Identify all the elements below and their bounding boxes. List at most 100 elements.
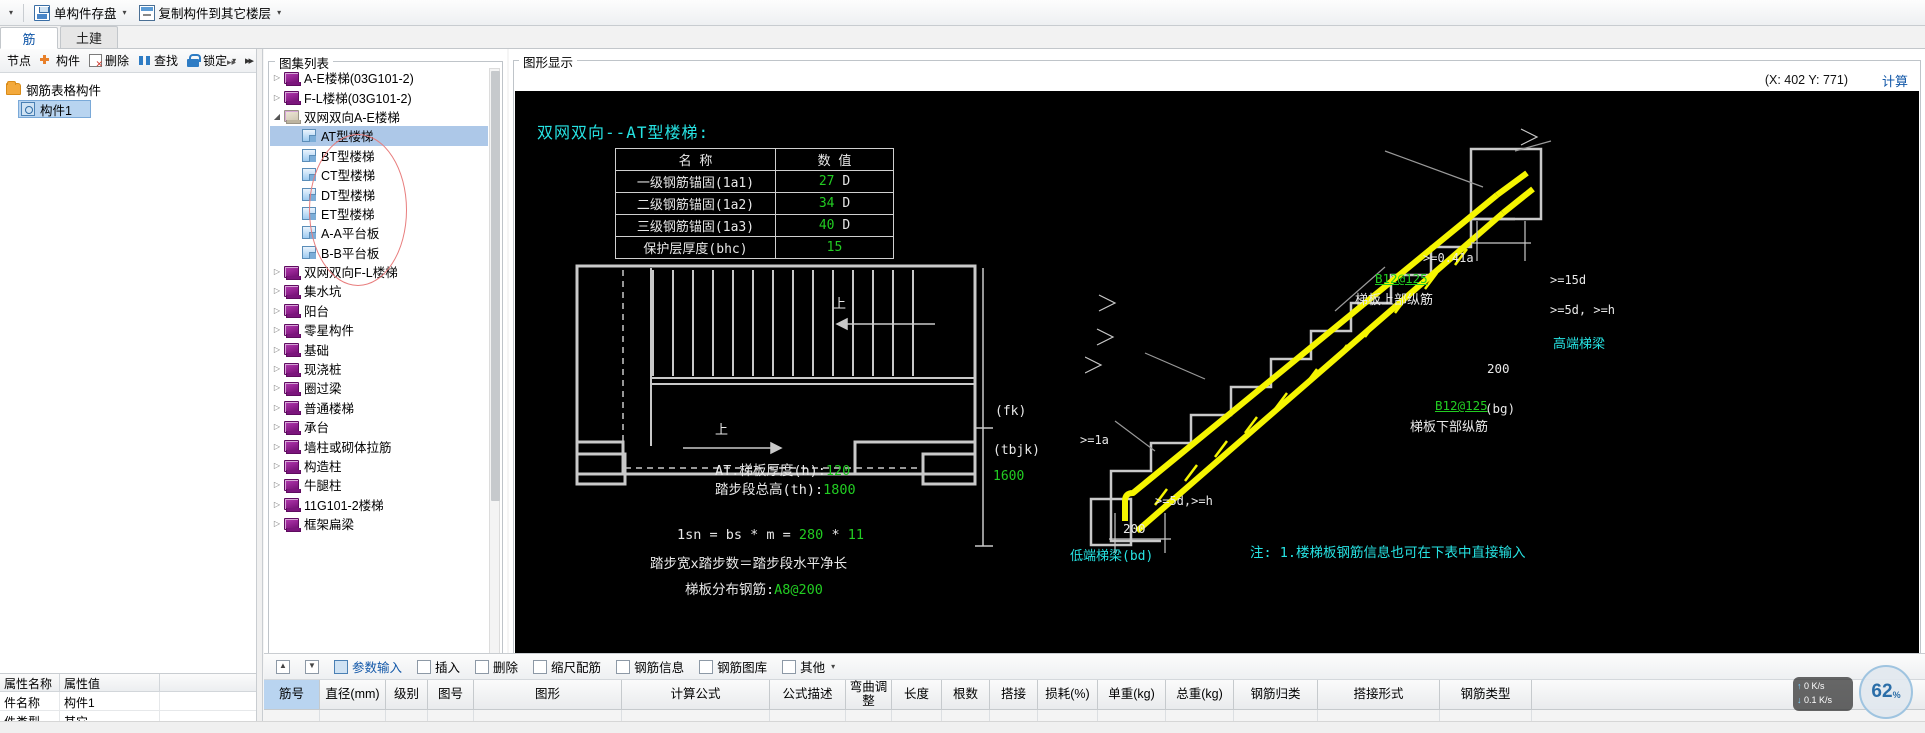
atlas-item-17[interactable]: ▷ 普通楼梯	[270, 398, 488, 417]
bottom-toolbar-button-0[interactable]	[270, 658, 296, 676]
copy-component-label: 复制构件到其它楼层	[158, 7, 272, 21]
atlas-item-14[interactable]: ▷ 基础	[270, 339, 488, 358]
atlas-item-23[interactable]: ▷ 框架扁梁	[270, 514, 488, 533]
grid-header-11[interactable]: 损耗(%)	[1038, 680, 1098, 709]
grid-header-9[interactable]: 根数	[942, 680, 990, 709]
chevron-right-icon[interactable]: ▷	[270, 73, 284, 82]
atlas-scrollbar[interactable]	[489, 68, 500, 726]
zoom-level-indicator[interactable]: 62%	[1859, 665, 1913, 719]
tree-item-component-1[interactable]: 构件1	[4, 99, 256, 119]
grid-header-4[interactable]: 图形	[474, 680, 622, 709]
grid-header-14[interactable]: 钢筋归类	[1234, 680, 1318, 709]
atlas-item-22[interactable]: ▷ 11G101-2楼梯	[270, 495, 488, 514]
delete-component-button[interactable]: 删除	[85, 50, 133, 71]
atlas-item-5[interactable]: CT型楼梯	[270, 165, 488, 184]
atlas-item-10[interactable]: ▷ 双网双向F-L楼梯	[270, 262, 488, 281]
atlas-item-3[interactable]: AT型楼梯	[270, 126, 488, 146]
chevron-right-icon[interactable]: ▷	[270, 500, 284, 509]
chevron-right-icon[interactable]: ▷	[270, 383, 284, 392]
atlas-item-21[interactable]: ▷ 牛腿柱	[270, 475, 488, 494]
selected-component[interactable]: 构件1	[18, 100, 91, 118]
atlas-item-20[interactable]: ▷ 构造柱	[270, 456, 488, 475]
node-button[interactable]: 节点	[3, 50, 35, 71]
bottom-toolbar-button-8[interactable]: 其他 ▾	[776, 655, 841, 678]
chevron-right-icon[interactable]: ▷	[270, 93, 284, 102]
bottom-toolbar-button-2[interactable]: 参数输入	[328, 655, 408, 678]
grid-header-3[interactable]: 图号	[428, 680, 474, 709]
bottom-toolbar-button-1[interactable]	[299, 658, 325, 676]
bottom-toolbar-button-3[interactable]: 插入	[411, 655, 466, 678]
tab-civil[interactable]: 土建	[60, 26, 118, 48]
atlas-item-9[interactable]: B-B平台板	[270, 243, 488, 262]
book-icon	[284, 517, 301, 532]
atlas-item-4[interactable]: BT型楼梯	[270, 146, 488, 165]
chevron-right-icon[interactable]: ▷	[270, 364, 284, 373]
grid-header-15[interactable]: 搭接形式	[1318, 680, 1440, 709]
chevron-right-icon[interactable]: ▷	[270, 306, 284, 315]
rebar-lib-icon	[699, 659, 714, 674]
grid-header-0[interactable]: 筋号	[264, 680, 320, 709]
chevron-down-icon[interactable]: ▾	[831, 662, 835, 671]
bottom-toolbar-button-5[interactable]: 缩尺配筋	[527, 655, 607, 678]
atlas-item-1[interactable]: ▷ F-L楼梯(03G101-2)	[270, 87, 488, 106]
atlas-scrollbar-thumb[interactable]	[491, 71, 500, 501]
chevron-right-icon[interactable]: ▷	[270, 345, 284, 354]
grid-header-6[interactable]: 公式描述	[770, 680, 846, 709]
atlas-item-6[interactable]: DT型楼梯	[270, 184, 488, 203]
atlas-item-11[interactable]: ▷ 集水坑	[270, 281, 488, 300]
chevron-right-icon[interactable]: ▷	[270, 519, 284, 528]
add-component-button[interactable]: 构件	[36, 50, 84, 71]
tbjk-label: (tbjk)	[993, 443, 1040, 458]
atlas-item-18[interactable]: ▷ 承台	[270, 417, 488, 436]
horizontal-scrollbar[interactable]	[0, 721, 1925, 733]
atlas-item-7[interactable]: ET型楼梯	[270, 204, 488, 223]
atlas-item-12[interactable]: ▷ 阳台	[270, 301, 488, 320]
toolbar-leading-dropdown[interactable]: ▾	[2, 2, 18, 24]
drawing-note: 注: 1.楼梯板钢筋信息也可在下表中直接输入	[1250, 545, 1526, 561]
chevron-right-icon[interactable]: ▷	[270, 403, 284, 412]
page-icon	[302, 245, 316, 259]
tree-root-rebar-table-components[interactable]: 钢筋表格构件	[4, 79, 256, 99]
atlas-item-8[interactable]: A-A平台板	[270, 223, 488, 242]
cad-canvas[interactable]: 双网双向--AT型楼梯: 名 称 数 值 一级钢筋锚固(1a1) 27 D 二级	[515, 91, 1919, 727]
grid-header-1[interactable]: 直径(mm)	[320, 680, 386, 709]
chevron-right-icon[interactable]: ▷	[270, 286, 284, 295]
grid-header-5[interactable]: 计算公式	[622, 680, 770, 709]
chevron-right-icon[interactable]: ▷	[270, 325, 284, 334]
find-button[interactable]: 查找	[134, 50, 182, 71]
grid-header-13[interactable]: 总重(kg)	[1166, 680, 1234, 709]
copy-component-to-floor-button[interactable]: 复制构件到其它楼层 ▾	[134, 2, 287, 24]
property-row-name[interactable]: 件名称 构件1	[0, 692, 256, 711]
atlas-item-2[interactable]: ◢ 双网双向A-E楼梯	[270, 107, 488, 126]
bottom-toolbar-button-4[interactable]: 删除	[469, 655, 524, 678]
atlas-item-0[interactable]: ▷ A-E楼梯(03G101-2)	[270, 68, 488, 87]
chevron-down-icon[interactable]: ◢	[270, 112, 284, 121]
bottom-toolbar-button-7[interactable]: 钢筋图库	[693, 655, 773, 678]
chevron-right-icon[interactable]: ▷	[270, 480, 284, 489]
panel-splitter[interactable]	[227, 49, 263, 733]
calculate-button[interactable]: 计算	[1874, 69, 1916, 91]
grid-header-7[interactable]: 弯曲调整	[846, 680, 892, 709]
grid-header-10[interactable]: 搭接	[990, 680, 1038, 709]
atlas-item-15[interactable]: ▷ 现浇桩	[270, 359, 488, 378]
toolbar-overflow-button[interactable]: ▸▸	[245, 54, 254, 67]
chevron-down-icon[interactable]: ▾	[277, 8, 281, 17]
chevron-down-icon[interactable]: ▾	[123, 8, 127, 17]
property-value-0[interactable]: 构件1	[60, 692, 160, 710]
bottom-toolbar-button-6[interactable]: 钢筋信息	[610, 655, 690, 678]
book-icon	[284, 304, 301, 319]
save-single-component-button[interactable]: 单构件存盘 ▾	[29, 2, 132, 24]
grid-header-12[interactable]: 单重(kg)	[1098, 680, 1166, 709]
chevron-right-icon[interactable]: ▷	[270, 422, 284, 431]
tab-rebar[interactable]: 筋	[0, 27, 58, 49]
grid-header-8[interactable]: 长度	[892, 680, 942, 709]
chevron-right-icon[interactable]: ▷	[270, 442, 284, 451]
grid-header-2[interactable]: 级别	[386, 680, 428, 709]
grid-header-16[interactable]: 钢筋类型	[1440, 680, 1532, 709]
page-icon	[302, 226, 316, 240]
atlas-item-16[interactable]: ▷ 圈过梁	[270, 378, 488, 397]
atlas-item-19[interactable]: ▷ 墙柱或砌体拉筋	[270, 436, 488, 455]
chevron-right-icon[interactable]: ▷	[270, 461, 284, 470]
atlas-item-13[interactable]: ▷ 零星构件	[270, 320, 488, 339]
chevron-right-icon[interactable]: ▷	[270, 267, 284, 276]
